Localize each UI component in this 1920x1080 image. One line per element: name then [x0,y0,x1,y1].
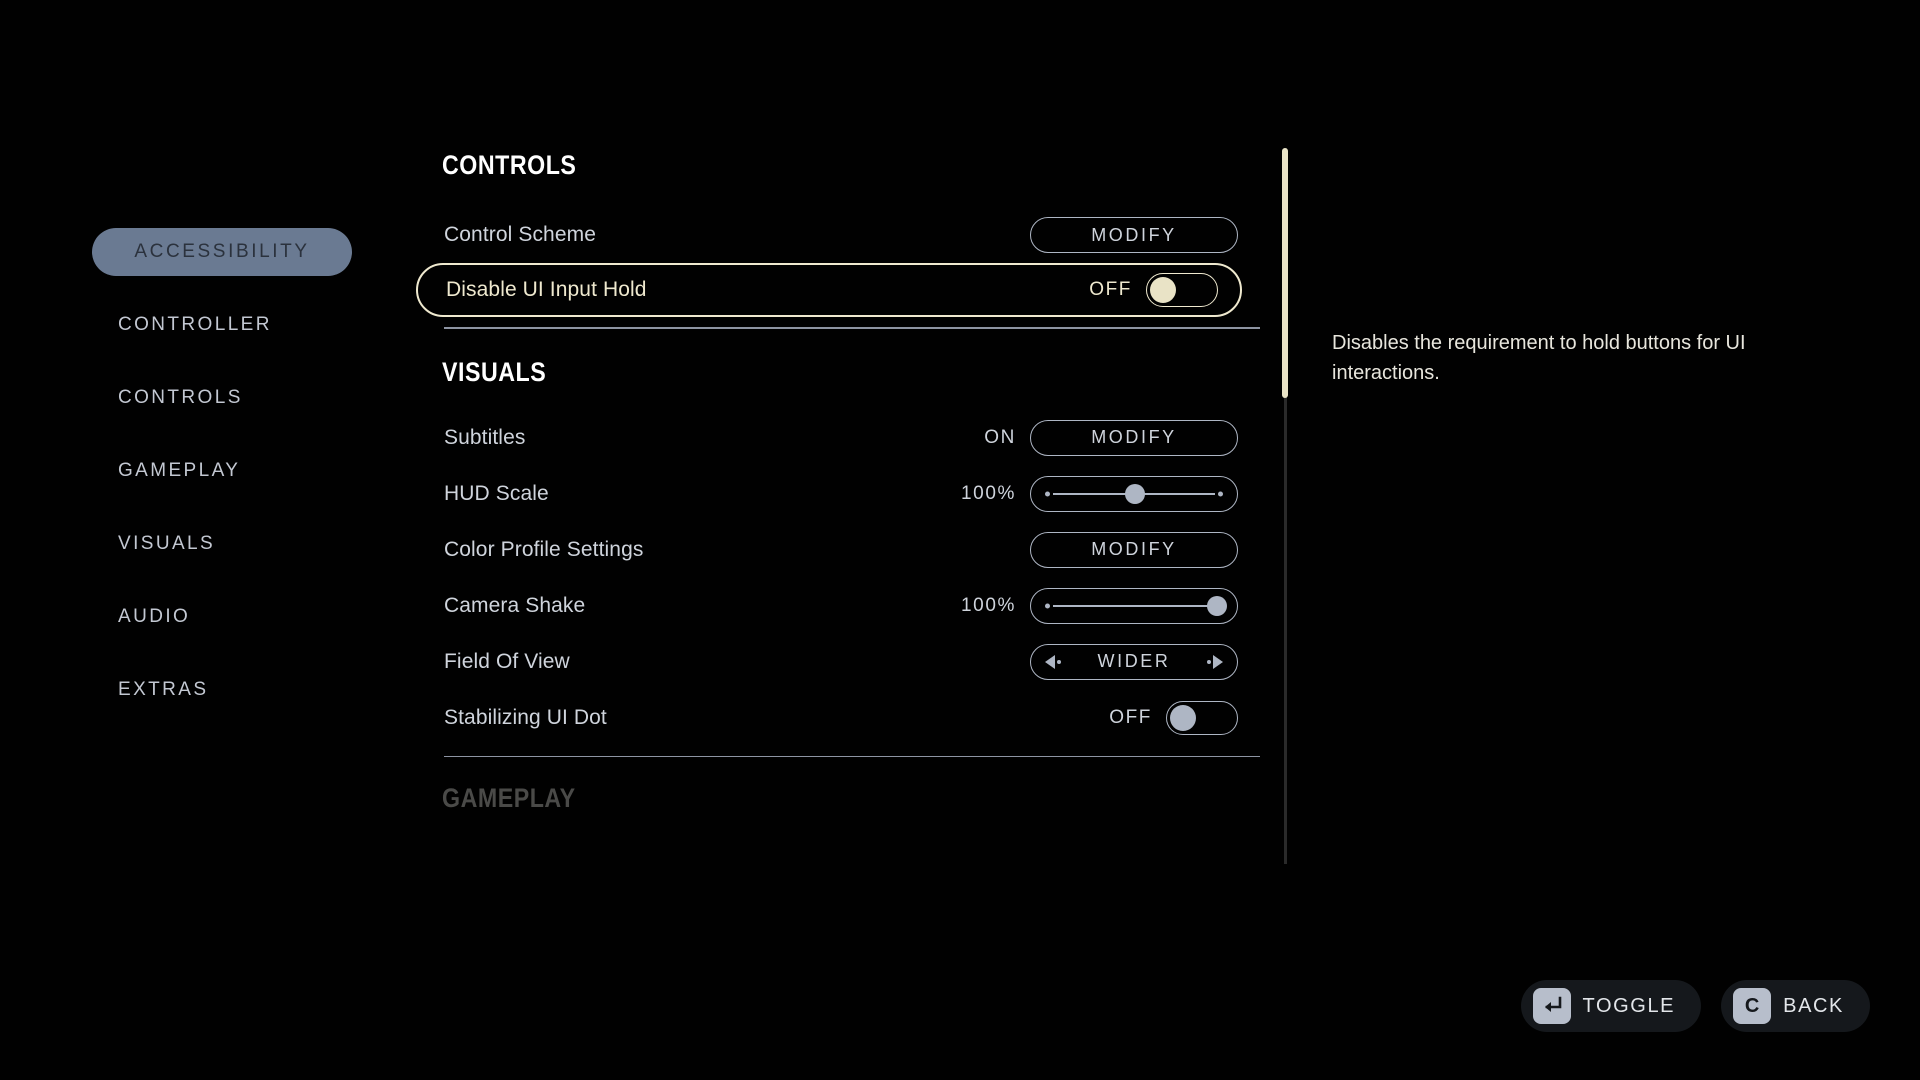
slider-max-dot [1218,491,1223,496]
chevron-left-icon[interactable] [1045,654,1061,669]
sidebar-item-label: CONTROLS [118,387,243,408]
setting-label: Camera Shake [444,593,586,617]
setting-control: 100% [961,587,1238,624]
setting-row-hud-scale[interactable]: HUD Scale 100% [442,466,1262,522]
setting-label: Stabilizing UI Dot [444,705,607,729]
slider-camera-shake[interactable] [1030,587,1238,624]
setting-row-disable-ui-input-hold[interactable]: Disable UI Input Hold OFF [416,263,1242,317]
slider-track [1053,604,1215,607]
button-hint-bar: TOGGLE C BACK [1520,980,1870,1032]
modify-button[interactable]: MODIFY [1030,531,1238,568]
setting-control: OFF [1089,273,1218,307]
setting-label: Disable UI Input Hold [446,278,647,301]
sidebar-item-label: EXTRAS [118,679,209,700]
modify-button[interactable]: MODIFY [1030,217,1238,253]
toggle-state-label: OFF [1109,706,1152,728]
setting-control: MODIFY [1030,217,1238,253]
setting-row-control-scheme[interactable]: Control Scheme MODIFY [442,207,1262,263]
subtitles-state-label: ON [984,426,1016,448]
sidebar-item-controls[interactable]: CONTROLS [92,374,392,422]
setting-control: WIDER [1030,643,1238,680]
sidebar-item-label: AUDIO [118,606,191,627]
setting-row-camera-shake[interactable]: Camera Shake 100% [442,578,1262,634]
slider-knob[interactable] [1207,595,1227,616]
setting-control: ON MODIFY [984,419,1238,456]
hint-toggle[interactable]: TOGGLE [1520,980,1702,1032]
toggle-knob [1170,704,1196,731]
settings-category-nav: ACCESSIBILITY CONTROLLER CONTROLS GAMEPL… [92,228,392,739]
hud-scale-value: 100% [961,482,1016,504]
setting-row-field-of-view[interactable]: Field Of View WIDER [442,634,1262,690]
scrollbar-thumb[interactable] [1282,148,1288,398]
slider-hud-scale[interactable] [1030,475,1238,512]
section-heading-visuals: VISUALS [442,356,547,387]
setting-row-color-profile-settings[interactable]: Color Profile Settings MODIFY [442,522,1262,578]
sidebar-item-visuals[interactable]: VISUALS [92,520,392,568]
setting-label: HUD Scale [444,481,549,505]
sidebar-item-label: ACCESSIBILITY [134,241,310,262]
sidebar-item-gameplay[interactable]: GAMEPLAY [92,447,392,495]
setting-row-stabilizing-ui-dot[interactable]: Stabilizing UI Dot OFF [442,690,1262,746]
setting-control: MODIFY [1030,531,1238,568]
section-heading-controls: CONTROLS [442,150,577,180]
hint-back[interactable]: C BACK [1721,980,1870,1032]
slider-min-dot [1045,491,1050,496]
setting-description: Disables the requirement to hold buttons… [1332,332,1746,384]
settings-list: CONTROLS Control Scheme MODIFY Disable U… [416,150,1262,880]
sidebar-item-label: CONTROLLER [118,314,272,335]
settings-screen: ACCESSIBILITY CONTROLLER CONTROLS GAMEPL… [0,0,1920,1080]
slider-min-dot [1045,603,1050,608]
toggle-switch-disable-ui-input-hold[interactable] [1146,273,1218,307]
sidebar-item-controller[interactable]: CONTROLLER [92,301,392,349]
sidebar-item-extras[interactable]: EXTRAS [92,666,392,714]
sidebar-item-accessibility[interactable]: ACCESSIBILITY [92,228,352,276]
camera-shake-value: 100% [961,594,1016,616]
chevron-right-icon[interactable] [1207,654,1223,669]
modify-button[interactable]: MODIFY [1030,419,1238,456]
section-divider [444,755,1260,757]
enter-key-icon [1532,988,1571,1024]
section-heading-gameplay: GAMEPLAY [442,783,576,813]
setting-row-subtitles[interactable]: Subtitles ON MODIFY [442,410,1262,466]
sidebar-item-label: VISUALS [118,533,216,554]
stepper-value: WIDER [1097,651,1171,671]
section-divider [444,327,1260,329]
c-key-icon: C [1733,988,1772,1024]
hint-label: BACK [1783,994,1844,1017]
setting-label: Field Of View [444,649,570,673]
setting-control: OFF [1109,700,1238,735]
setting-label: Subtitles [444,425,526,449]
hint-label: TOGGLE [1582,994,1676,1017]
setting-control: 100% [961,475,1238,512]
setting-label: Control Scheme [444,223,596,246]
setting-label: Color Profile Settings [444,537,644,561]
sidebar-item-label: GAMEPLAY [118,460,241,481]
sidebar-item-audio[interactable]: AUDIO [92,593,392,641]
toggle-switch-stabilizing-ui-dot[interactable] [1166,700,1238,735]
stepper-field-of-view[interactable]: WIDER [1030,643,1238,680]
slider-knob[interactable] [1125,483,1145,504]
toggle-knob [1150,277,1176,303]
toggle-state-label: OFF [1089,279,1132,300]
